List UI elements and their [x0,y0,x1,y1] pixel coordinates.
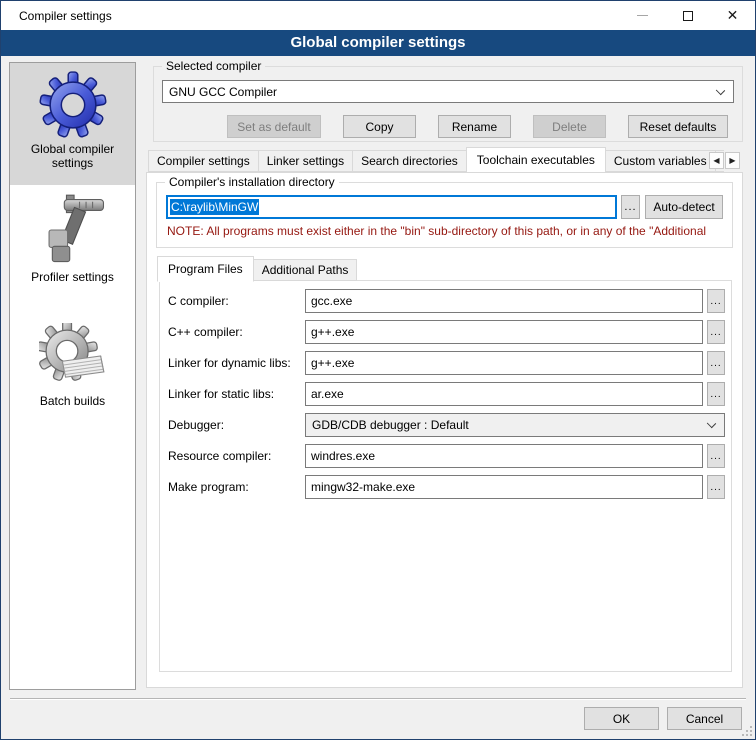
cancel-button[interactable]: Cancel [667,707,742,730]
field-label: C compiler: [168,294,305,308]
form-row-linker-dynamic: Linker for dynamic libs: ... [168,351,725,375]
tab-scroll-right-button[interactable]: ▶ [725,152,740,169]
form-row-c-compiler: C compiler: ... [168,289,725,313]
sidebar-item-label: Global compiler settings [18,142,128,170]
field-label: Resource compiler: [168,449,305,463]
sidebar-item-global-compiler-settings[interactable]: Global compiler settings [10,63,135,185]
selected-compiler-group-label: Selected compiler [162,59,265,73]
resource-compiler-browse-button[interactable]: ... [707,444,725,468]
close-icon: ✕ [727,9,739,23]
tab-toolchain-executables[interactable]: Toolchain executables [466,147,606,172]
compiler-settings-dialog: Compiler settings ✕ Global compiler sett… [0,0,756,740]
installation-directory-row: C:\raylib\MinGW ... Auto-detect [166,195,723,219]
field-label: C++ compiler: [168,325,305,339]
selected-compiler-group: Selected compiler GNU GCC Compiler Set a… [153,66,743,142]
chevron-down-icon [707,419,716,428]
copy-button[interactable]: Copy [343,115,416,138]
sidebar-item-profiler-settings[interactable]: Profiler settings [10,185,135,297]
browse-directory-button[interactable]: ... [621,195,640,219]
bin-subdirectory-note: NOTE: All programs must exist either in … [167,224,728,238]
selected-compiler-dropdown[interactable]: GNU GCC Compiler [162,80,734,103]
field-label: Linker for static libs: [168,387,305,401]
form-row-debugger: Debugger: GDB/CDB debugger : Default [168,413,725,437]
minimize-icon [637,15,648,16]
field-label: Make program: [168,480,305,494]
delete-button[interactable]: Delete [533,115,606,138]
dialog-header: Global compiler settings [1,30,755,56]
c-compiler-browse-button[interactable]: ... [707,289,725,313]
caliper-icon [38,193,108,267]
window-title: Compiler settings [1,9,620,23]
sidebar-item-batch-builds[interactable]: Batch builds [10,297,135,415]
linker-static-input[interactable] [305,382,703,406]
sidebar-item-label: Profiler settings [18,270,128,284]
tab-scroll-left-button[interactable]: ◀ [709,152,724,169]
reset-defaults-button[interactable]: Reset defaults [628,115,728,138]
tabs-scroll-area: Compiler settings Linker settings Search… [148,146,724,172]
minimize-button[interactable] [620,1,665,30]
ok-button[interactable]: OK [584,707,659,730]
c-compiler-input[interactable] [305,289,703,313]
footer-divider [10,698,746,700]
maximize-button[interactable] [665,1,710,30]
selected-compiler-value: GNU GCC Compiler [169,85,277,99]
cpp-compiler-browse-button[interactable]: ... [707,320,725,344]
tab-linker-settings[interactable]: Linker settings [258,150,353,172]
maximize-icon [683,11,693,21]
dialog-content: Global compiler settings Profi [1,56,755,739]
sidebar-item-label: Batch builds [18,394,128,408]
form-row-resource-compiler: Resource compiler: ... [168,444,725,468]
installation-directory-group: Compiler's installation directory C:\ray… [156,182,733,248]
left-arrow-icon: ◀ [713,156,719,165]
blue-gear-icon [39,71,107,139]
tab-scroll-buttons: ◀ ▶ [708,152,740,169]
cpp-compiler-input[interactable] [305,320,703,344]
program-files-panel: C compiler: ... C++ compiler: ... Linker… [159,280,732,672]
debugger-value: GDB/CDB debugger : Default [312,418,469,432]
resource-compiler-input[interactable] [305,444,703,468]
right-arrow-icon: ▶ [729,156,735,165]
compiler-actions: Set as default Copy Rename Delete Reset … [205,115,728,138]
settings-category-list: Global compiler settings Profi [9,62,136,690]
linker-dynamic-input[interactable] [305,351,703,375]
linker-static-browse-button[interactable]: ... [707,382,725,406]
program-files-tabstrip: Program Files Additional Paths [157,257,356,281]
close-button[interactable]: ✕ [710,1,755,30]
toolchain-executables-panel: Compiler's installation directory C:\ray… [146,172,743,688]
field-label: Linker for dynamic libs: [168,356,305,370]
make-program-input[interactable] [305,475,703,499]
auto-detect-button[interactable]: Auto-detect [645,195,723,219]
rename-button[interactable]: Rename [438,115,511,138]
installation-directory-group-label: Compiler's installation directory [165,175,339,189]
make-program-browse-button[interactable]: ... [707,475,725,499]
installation-directory-value: C:\raylib\MinGW [170,199,259,215]
tab-custom-variables[interactable]: Custom variables [605,150,716,172]
gray-gear-stack-icon [39,323,107,391]
debugger-dropdown[interactable]: GDB/CDB debugger : Default [305,413,725,437]
resize-grip-icon[interactable] [742,726,752,736]
form-row-cpp-compiler: C++ compiler: ... [168,320,725,344]
chevron-down-icon [716,86,725,95]
settings-tabstrip: Compiler settings Linker settings Search… [148,148,742,172]
subtab-program-files[interactable]: Program Files [157,256,254,282]
field-label: Debugger: [168,418,305,432]
installation-directory-input[interactable]: C:\raylib\MinGW [166,195,617,219]
subtab-additional-paths[interactable]: Additional Paths [253,259,358,281]
tab-search-directories[interactable]: Search directories [352,150,467,172]
set-as-default-button[interactable]: Set as default [227,115,321,138]
linker-dynamic-browse-button[interactable]: ... [707,351,725,375]
form-row-linker-static: Linker for static libs: ... [168,382,725,406]
titlebar: Compiler settings ✕ [1,1,755,30]
tab-compiler-settings[interactable]: Compiler settings [148,150,259,172]
form-row-make-program: Make program: ... [168,475,725,499]
